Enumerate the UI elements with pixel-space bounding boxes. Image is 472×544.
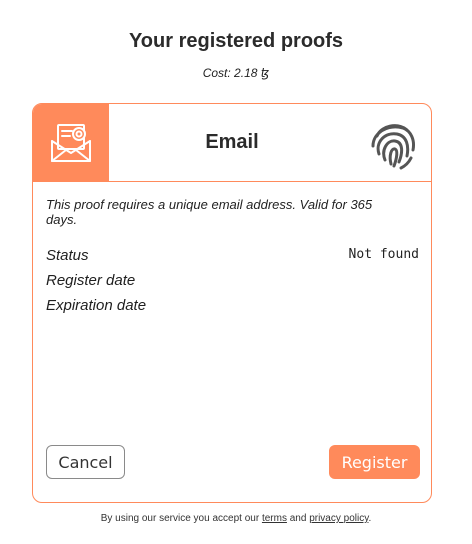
card-header: Email [33, 104, 431, 182]
page-title: Your registered proofs [128, 30, 344, 52]
proof-card: Email This proof requires a unique email… [32, 103, 432, 503]
status-label: Status [46, 247, 89, 264]
cancel-button[interactable]: Cancel [46, 445, 125, 479]
footer-suffix: . [368, 513, 372, 524]
privacy-policy-link[interactable]: privacy policy [309, 513, 368, 524]
register-button[interactable]: Register [329, 445, 420, 479]
status-value: Not found [348, 247, 419, 262]
cost-label: Cost: 2.18 ꜩ [0, 66, 472, 80]
terms-link[interactable]: terms [262, 513, 287, 524]
fingerprint-icon [371, 124, 415, 170]
footer-note: By using our service you accept our term… [0, 513, 472, 524]
expiration-date-label: Expiration date [46, 297, 147, 314]
cost-text: Cost: 2.18 [202, 66, 261, 80]
register-date-label: Register date [46, 272, 136, 289]
email-envelope-icon [51, 123, 91, 162]
card-title: Email [205, 131, 259, 153]
footer-and: and [286, 513, 310, 524]
email-icon-box [33, 104, 109, 181]
footer-prefix: By using our service you accept our [100, 513, 262, 524]
tez-symbol: ꜩ [260, 66, 270, 80]
proof-description: This proof requires a unique email addre… [46, 197, 373, 227]
